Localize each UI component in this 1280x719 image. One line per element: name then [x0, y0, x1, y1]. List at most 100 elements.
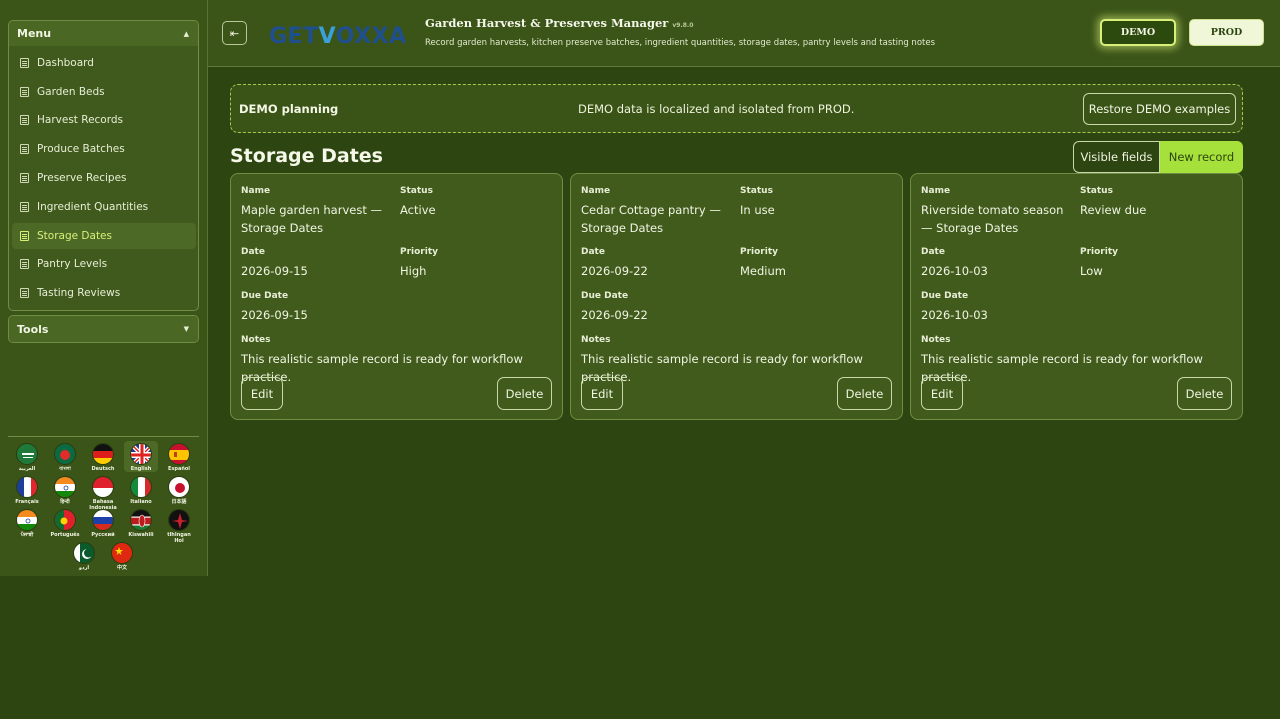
record-status: Review due — [1080, 203, 1147, 217]
language-picker: العربية বাংলা Deutsch English Español Fr… — [8, 436, 199, 571]
status-label: Status — [400, 186, 433, 196]
india-flag-icon — [54, 476, 76, 498]
record-card: Name Riverside tomato season — Storage D… — [910, 173, 1243, 420]
name-label: Name — [241, 186, 271, 196]
brand-logo: GETVOXXA — [269, 24, 407, 49]
due-date-label: Due Date — [241, 291, 289, 301]
language-label: ਪੰਜਾਬੀ — [20, 532, 34, 538]
sidebar-item-label: Produce Batches — [37, 143, 125, 155]
tools-panel-header[interactable]: Tools ▼ — [9, 316, 198, 342]
document-icon — [20, 115, 29, 125]
language-italian[interactable]: Italiano — [124, 476, 158, 505]
name-label: Name — [581, 186, 611, 196]
language-label: العربية — [18, 466, 36, 472]
language-label: Русский — [91, 532, 115, 538]
demo-environment-button[interactable]: DEMO — [1100, 19, 1176, 46]
delete-button[interactable]: Delete — [1177, 377, 1232, 410]
menu-title: Menu — [17, 27, 52, 40]
indonesia-flag-icon — [92, 476, 114, 498]
sidebar-item-pantry-levels[interactable]: Pantry Levels — [12, 251, 196, 277]
menu-panel-header[interactable]: Menu ▲ — [9, 21, 198, 46]
sidebar-item-label: Pantry Levels — [37, 258, 108, 270]
language-german[interactable]: Deutsch — [86, 443, 120, 472]
chevron-down-icon: ▼ — [183, 325, 189, 333]
language-label: Português — [50, 532, 80, 538]
language-japanese[interactable]: 日本語 — [162, 476, 196, 505]
language-spanish[interactable]: Español — [162, 443, 196, 472]
delete-button[interactable]: Delete — [497, 377, 552, 410]
sidebar-item-harvest-records[interactable]: Harvest Records — [12, 107, 196, 133]
portugal-flag-icon — [54, 509, 76, 531]
new-record-button[interactable]: New record — [1160, 141, 1243, 173]
date-label: Date — [921, 247, 945, 257]
sidebar-item-label: Harvest Records — [37, 114, 123, 126]
priority-label: Priority — [1080, 247, 1118, 257]
delete-button[interactable]: Delete — [837, 377, 892, 410]
sidebar-toggle-button[interactable]: ⇤ — [222, 21, 247, 45]
sidebar-item-label: Ingredient Quantities — [37, 201, 149, 213]
date-label: Date — [241, 247, 265, 257]
sidebar-item-label: Dashboard — [37, 57, 94, 69]
sidebar-item-dashboard[interactable]: Dashboard — [12, 50, 196, 76]
language-label: tlhIngan Hol — [167, 532, 191, 544]
due-date-label: Due Date — [921, 291, 969, 301]
record-date: 2026-09-22 — [581, 264, 648, 278]
edit-button[interactable]: Edit — [921, 377, 963, 410]
language-russian[interactable]: Русский — [86, 509, 120, 538]
pakistan-flag-icon — [73, 542, 95, 564]
language-label: বাংলা — [59, 466, 71, 472]
sidebar-item-label: Tasting Reviews — [37, 287, 121, 299]
record-date: 2026-10-03 — [921, 264, 988, 278]
page-title: Storage Dates — [230, 145, 383, 167]
sidebar-item-tasting-reviews[interactable]: Tasting Reviews — [12, 280, 196, 306]
language-klingon[interactable]: tlhIngan Hol — [162, 509, 196, 544]
sidebar-item-preserve-recipes[interactable]: Preserve Recipes — [12, 165, 196, 191]
language-urdu[interactable]: اردو — [67, 542, 101, 571]
spain-flag-icon — [168, 443, 190, 465]
language-english[interactable]: English — [124, 441, 158, 472]
record-name: Riverside tomato season — Storage Dates — [921, 203, 1064, 235]
notice-message: DEMO data is localized and isolated from… — [578, 102, 855, 116]
tools-panel: Tools ▼ — [8, 315, 199, 343]
saudi-arabia-flag-icon — [16, 443, 38, 465]
prod-environment-button[interactable]: PROD — [1189, 19, 1264, 46]
kenya-flag-icon — [130, 509, 152, 531]
language-french[interactable]: Français — [10, 476, 44, 505]
document-icon — [20, 202, 29, 212]
chevron-up-icon: ▲ — [183, 29, 189, 38]
language-hindi[interactable]: हिन्दी — [48, 476, 82, 505]
klingon-emblem-icon — [168, 509, 190, 531]
sidebar-item-storage-dates[interactable]: Storage Dates — [12, 223, 196, 249]
sidebar-item-garden-beds[interactable]: Garden Beds — [12, 79, 196, 105]
edit-button[interactable]: Edit — [581, 377, 623, 410]
language-chinese[interactable]: 中文 — [105, 542, 139, 571]
visible-fields-button[interactable]: Visible fields — [1073, 141, 1160, 173]
top-bar: ⇤ GETVOXXA Garden Harvest & Preserves Ma… — [208, 0, 1280, 67]
priority-label: Priority — [400, 247, 438, 257]
document-icon — [20, 231, 29, 241]
due-date-label: Due Date — [581, 291, 629, 301]
japan-flag-icon — [168, 476, 190, 498]
language-label: Deutsch — [91, 466, 115, 472]
language-punjabi[interactable]: ਪੰਜਾਬੀ — [10, 509, 44, 538]
edit-button[interactable]: Edit — [241, 377, 283, 410]
menu-panel: Menu ▲ Dashboard Garden Beds Harvest Rec… — [8, 20, 199, 311]
india-flag-icon — [16, 509, 38, 531]
language-portuguese[interactable]: Português — [48, 509, 82, 538]
sidebar-item-produce-batches[interactable]: Produce Batches — [12, 136, 196, 162]
language-swahili[interactable]: Kiswahili — [124, 509, 158, 538]
sidebar-item-label: Preserve Recipes — [37, 172, 127, 184]
language-label: हिन्दी — [60, 499, 70, 505]
language-indonesian[interactable]: Bahasa Indonesia — [86, 476, 120, 511]
restore-demo-button[interactable]: Restore DEMO examples — [1083, 93, 1236, 125]
sidebar-item-ingredient-quantities[interactable]: Ingredient Quantities — [12, 194, 196, 220]
language-arabic[interactable]: العربية — [10, 443, 44, 472]
name-label: Name — [921, 186, 951, 196]
france-flag-icon — [16, 476, 38, 498]
record-name: Maple garden harvest — Storage Dates — [241, 203, 382, 235]
language-label: English — [130, 466, 152, 472]
status-label: Status — [740, 186, 773, 196]
document-icon — [20, 58, 29, 68]
language-bangla[interactable]: বাংলা — [48, 443, 82, 472]
sidebar-item-label: Garden Beds — [37, 86, 105, 98]
